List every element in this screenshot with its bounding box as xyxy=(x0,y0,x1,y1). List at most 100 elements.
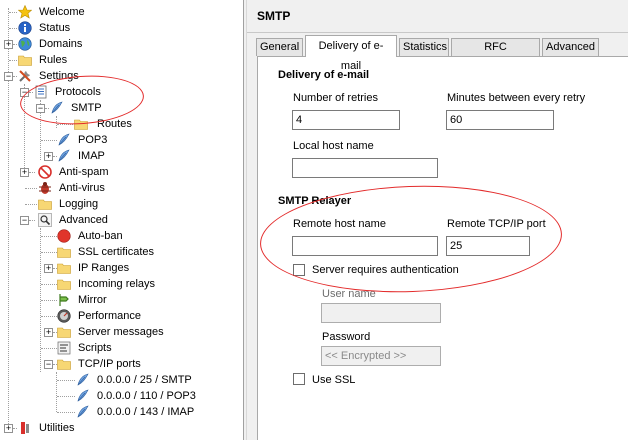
collapse-minus-icon[interactable]: − xyxy=(44,360,53,369)
navigation-tree: Welcome Status + Domains Rules − Setting… xyxy=(0,0,243,440)
tree-line xyxy=(13,428,17,429)
tree-line xyxy=(41,140,57,141)
retries-field[interactable] xyxy=(292,110,400,130)
tree-line xyxy=(29,220,35,221)
folder-icon xyxy=(57,327,71,338)
tree-item-anti-spam[interactable]: + Anti-spam xyxy=(0,164,243,180)
collapse-minus-icon[interactable]: − xyxy=(36,104,45,113)
password-label: Password xyxy=(322,331,371,343)
tree-item-label: 0.0.0.0 / 143 / IMAP xyxy=(97,406,195,418)
tree-item-label: Rules xyxy=(39,54,68,66)
tab-general[interactable]: General xyxy=(256,38,303,56)
tree-item-label: Scripts xyxy=(78,342,112,354)
tree-item-mirror[interactable]: Mirror xyxy=(0,292,243,308)
red-circle-icon xyxy=(57,229,71,243)
tab-statistics[interactable]: Statistics xyxy=(399,38,449,56)
tree-item-label: Logging xyxy=(59,198,99,210)
tree-item-scripts[interactable]: Scripts xyxy=(0,340,243,356)
globe-icon xyxy=(18,37,32,51)
tree-item-label: 0.0.0.0 / 110 / POP3 xyxy=(97,390,196,402)
collapse-minus-icon[interactable]: − xyxy=(20,216,29,225)
tree-line xyxy=(57,396,75,397)
local-host-label: Local host name xyxy=(293,140,374,152)
tree-item-label: Settings xyxy=(39,70,79,82)
tree-item-label: SSL certificates xyxy=(78,246,155,258)
tree-item-port-110[interactable]: 0.0.0.0 / 110 / POP3 xyxy=(0,388,243,404)
star-icon xyxy=(18,5,32,19)
tree-item-status[interactable]: Status xyxy=(0,20,243,36)
tree-item-settings[interactable]: − Settings xyxy=(0,68,243,84)
tree-line xyxy=(57,412,75,413)
tools-icon xyxy=(19,70,31,82)
magnifier-icon xyxy=(38,213,52,227)
tree-line xyxy=(29,92,33,93)
tree-item-incoming-relays[interactable]: Incoming relays xyxy=(0,276,243,292)
tree-item-label: Status xyxy=(39,22,71,34)
tree-line xyxy=(13,44,17,45)
document-icon xyxy=(35,85,47,99)
folder-icon xyxy=(57,279,71,290)
collapse-minus-icon[interactable]: − xyxy=(20,88,29,97)
retries-label: Number of retries xyxy=(293,92,378,104)
tree-item-anti-virus[interactable]: Anti-virus xyxy=(0,180,243,196)
tree-item-label: TCP/IP ports xyxy=(78,358,141,370)
collapse-minus-icon[interactable]: − xyxy=(4,72,13,81)
tree-item-utilities[interactable]: + Utilities xyxy=(0,420,243,436)
tree-item-ssl-certificates[interactable]: SSL certificates xyxy=(0,244,243,260)
tree-line xyxy=(9,12,17,13)
expand-plus-icon[interactable]: + xyxy=(20,168,29,177)
tree-item-label: Anti-spam xyxy=(59,166,109,178)
tree-item-port-25[interactable]: 0.0.0.0 / 25 / SMTP xyxy=(0,372,243,388)
tab-delivery-of-email[interactable]: Delivery of e-mail xyxy=(305,35,397,72)
expand-plus-icon[interactable]: + xyxy=(4,424,13,433)
tree-item-label: SMTP xyxy=(71,102,102,114)
tree-item-port-143[interactable]: 0.0.0.0 / 143 / IMAP xyxy=(0,404,243,420)
tree-item-server-messages[interactable]: + Server messages xyxy=(0,324,243,340)
tree-item-domains[interactable]: + Domains xyxy=(0,36,243,52)
remote-port-field[interactable] xyxy=(446,236,530,256)
minutes-field[interactable] xyxy=(446,110,554,130)
tree-item-auto-ban[interactable]: Auto-ban xyxy=(0,228,243,244)
expand-plus-icon[interactable]: + xyxy=(44,152,53,161)
folder-icon xyxy=(57,263,71,274)
tree-item-protocols[interactable]: − Protocols xyxy=(0,84,243,100)
tree-item-routes[interactable]: Routes xyxy=(0,116,243,132)
tree-item-label: Routes xyxy=(97,118,132,130)
tree-item-performance[interactable]: Performance xyxy=(0,308,243,324)
expand-plus-icon[interactable]: + xyxy=(44,264,53,273)
tree-item-label: Protocols xyxy=(55,86,101,98)
tree-item-logging[interactable]: Logging xyxy=(0,196,243,212)
tree-item-smtp[interactable]: − SMTP xyxy=(0,100,243,116)
ssl-checkbox[interactable] xyxy=(293,373,305,385)
tab-label: Advanced xyxy=(546,41,595,53)
tree-line xyxy=(45,108,49,109)
tree-line xyxy=(13,76,17,77)
feather-icon xyxy=(77,373,89,386)
tree-line xyxy=(41,284,57,285)
tab-rfc-compliance[interactable]: RFC compliance xyxy=(451,38,540,70)
folder-icon xyxy=(38,199,52,210)
password-field[interactable] xyxy=(321,346,441,366)
tree-item-imap[interactable]: + IMAP xyxy=(0,148,243,164)
username-label: User name xyxy=(322,288,376,300)
expand-plus-icon[interactable]: + xyxy=(44,328,53,337)
tree-item-rules[interactable]: Rules xyxy=(0,52,243,68)
tree-line xyxy=(41,316,57,317)
expand-plus-icon[interactable]: + xyxy=(4,40,13,49)
tree-item-pop3[interactable]: POP3 xyxy=(0,132,243,148)
auth-checkbox[interactable] xyxy=(293,264,305,276)
feather-icon xyxy=(77,389,89,402)
tree-item-advanced[interactable]: − Advanced xyxy=(0,212,243,228)
tree-item-label: IMAP xyxy=(78,150,105,162)
remote-host-field[interactable] xyxy=(292,236,438,256)
username-field[interactable] xyxy=(321,303,441,323)
auth-label: Server requires authentication xyxy=(312,264,459,276)
tree-item-tcpip-ports[interactable]: − TCP/IP ports xyxy=(0,356,243,372)
feather-icon xyxy=(51,101,63,114)
no-entry-icon xyxy=(38,165,52,179)
tree-item-welcome[interactable]: Welcome xyxy=(0,4,243,20)
local-host-field[interactable] xyxy=(292,158,438,178)
minutes-label: Minutes between every retry xyxy=(447,92,586,104)
tab-advanced[interactable]: Advanced xyxy=(542,38,599,56)
tree-item-ip-ranges[interactable]: + IP Ranges xyxy=(0,260,243,276)
